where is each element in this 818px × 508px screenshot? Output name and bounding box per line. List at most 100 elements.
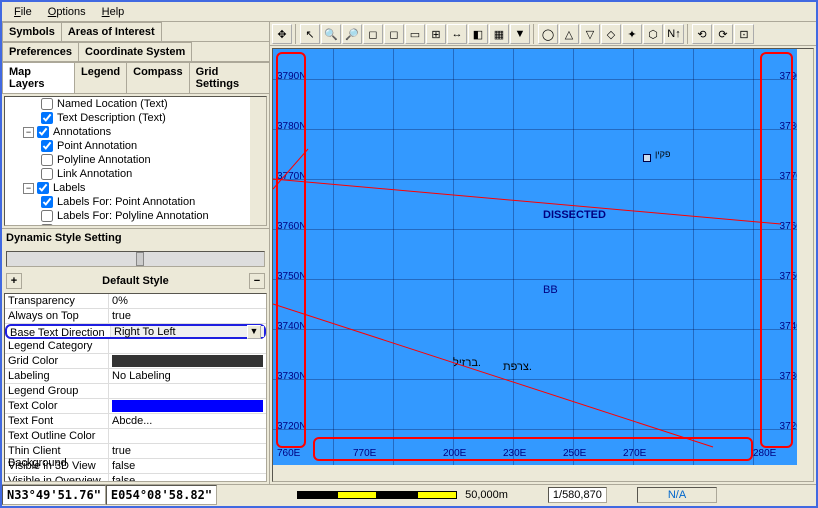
prop-name: Grid Color bbox=[5, 354, 109, 368]
checkbox[interactable] bbox=[41, 168, 53, 180]
prop-name: Visible in Overview bbox=[5, 474, 109, 482]
tool-button[interactable]: ◇ bbox=[601, 24, 621, 44]
tree-label: Labels For: Point Annotation bbox=[57, 196, 195, 208]
tab-coord[interactable]: Coordinate System bbox=[78, 42, 192, 61]
prop-value[interactable]: Abcde... bbox=[109, 414, 266, 428]
prop-value[interactable]: No Labeling bbox=[109, 369, 266, 383]
prop-value[interactable]: false bbox=[109, 459, 266, 473]
add-style-button[interactable]: + bbox=[6, 273, 22, 289]
tool-button[interactable]: ◧ bbox=[468, 24, 488, 44]
tree-label: Annotations bbox=[53, 126, 111, 138]
map-scrollbar-v[interactable] bbox=[797, 49, 813, 465]
checkbox[interactable] bbox=[37, 182, 49, 194]
property-grid[interactable]: Transparency0% Always on Toptrue Base Te… bbox=[4, 293, 267, 482]
scrollbar-corner bbox=[797, 465, 813, 481]
prop-name: Labeling bbox=[5, 369, 109, 383]
dynamic-style-header: Dynamic Style Setting bbox=[2, 228, 269, 247]
tool-button[interactable]: ✦ bbox=[622, 24, 642, 44]
map-label-bb: BB bbox=[543, 284, 558, 296]
collapse-icon[interactable]: − bbox=[23, 127, 34, 138]
grid-color-value[interactable] bbox=[109, 354, 266, 368]
map-scrollbar-h[interactable] bbox=[273, 465, 797, 481]
tool-button[interactable]: ⟳ bbox=[713, 24, 733, 44]
tool-button[interactable]: ▭ bbox=[405, 24, 425, 44]
tool-button[interactable]: ↔ bbox=[447, 24, 467, 44]
layers-tree[interactable]: Named Location (Text) Text Description (… bbox=[4, 96, 267, 226]
prop-value[interactable]: true bbox=[109, 309, 266, 323]
tool-button[interactable]: △ bbox=[559, 24, 579, 44]
tab-compass[interactable]: Compass bbox=[126, 62, 190, 93]
tree-label: Link Annotation bbox=[57, 168, 132, 180]
scrollbar-vertical[interactable] bbox=[250, 97, 266, 225]
checkbox[interactable] bbox=[41, 112, 53, 124]
tree-label: Labels For: Polyline Annotation bbox=[57, 210, 209, 222]
tree-item: Link Annotation bbox=[5, 167, 266, 181]
pointer-tool[interactable]: ↖ bbox=[300, 24, 320, 44]
tree-label: Named Location (Text) bbox=[57, 98, 168, 110]
scale-ratio[interactable]: 1/580,870 bbox=[548, 487, 607, 503]
grid-label: 3750N bbox=[277, 271, 306, 282]
grid-label: 250E bbox=[563, 448, 586, 459]
collapse-icon[interactable]: − bbox=[23, 183, 34, 194]
text-color-value[interactable] bbox=[109, 399, 266, 413]
prop-name: Base Text Direction bbox=[7, 326, 111, 337]
tab-preferences[interactable]: Preferences bbox=[2, 42, 79, 61]
tree-item: Point Annotation bbox=[5, 139, 266, 153]
tab-map-layers[interactable]: Map Layers bbox=[2, 62, 75, 93]
map-point-symbol[interactable] bbox=[643, 154, 651, 162]
grid-label: 3720N bbox=[277, 421, 306, 432]
zoom-in-tool[interactable]: 🔍 bbox=[321, 24, 341, 44]
base-text-direction-select[interactable]: Right To Left▼ bbox=[111, 326, 264, 337]
menu-file[interactable]: File bbox=[6, 4, 40, 19]
tab-aoi[interactable]: Areas of Interest bbox=[61, 22, 162, 41]
zoom-out-tool[interactable]: 🔎 bbox=[342, 24, 362, 44]
tree-label: Labels bbox=[53, 182, 85, 194]
tool-button[interactable]: ◻ bbox=[384, 24, 404, 44]
tab-symbols[interactable]: Symbols bbox=[2, 22, 62, 41]
scale-distance: 50,000m bbox=[465, 489, 508, 501]
checkbox[interactable] bbox=[41, 210, 53, 222]
main-area: Symbols Areas of Interest Preferences Co… bbox=[2, 22, 816, 484]
tool-button[interactable]: ⊡ bbox=[734, 24, 754, 44]
tool-button[interactable]: N↑ bbox=[664, 24, 684, 44]
tree-item: Labels For: Polyline Annotation bbox=[5, 209, 266, 223]
dropdown-arrow-icon[interactable]: ▼ bbox=[247, 325, 261, 339]
checkbox[interactable] bbox=[41, 224, 53, 226]
map-canvas[interactable]: 3790N3790N 3780N3780N 3770N3770N 3760N37… bbox=[272, 48, 814, 482]
menu-options[interactable]: Options bbox=[40, 4, 94, 19]
grid-label: 3790N bbox=[277, 71, 306, 82]
prop-value[interactable] bbox=[109, 429, 266, 443]
checkbox[interactable] bbox=[41, 154, 53, 166]
tool-button[interactable]: ⟲ bbox=[692, 24, 712, 44]
prop-value[interactable]: 0% bbox=[109, 294, 266, 308]
prop-value[interactable]: true bbox=[109, 444, 266, 458]
color-swatch bbox=[112, 400, 263, 412]
prop-value[interactable] bbox=[109, 339, 266, 353]
tree-item: Labels For: Link Annotation bbox=[5, 223, 266, 226]
checkbox[interactable] bbox=[41, 140, 53, 152]
slider-handle[interactable] bbox=[136, 252, 144, 266]
checkbox[interactable] bbox=[41, 196, 53, 208]
tool-button[interactable]: ◻ bbox=[363, 24, 383, 44]
checkbox[interactable] bbox=[41, 98, 53, 110]
checkbox[interactable] bbox=[37, 126, 49, 138]
tool-button[interactable]: ⬡ bbox=[643, 24, 663, 44]
tool-button[interactable]: ◯ bbox=[538, 24, 558, 44]
map-label-hebrew: ברזיל. bbox=[453, 357, 481, 369]
tool-button[interactable]: ⊞ bbox=[426, 24, 446, 44]
tool-button[interactable]: ▦ bbox=[489, 24, 509, 44]
grid-label: 200E bbox=[443, 448, 466, 459]
tab-legend[interactable]: Legend bbox=[74, 62, 127, 93]
map-panel: ✥ ↖ 🔍 🔎 ◻ ◻ ▭ ⊞ ↔ ◧ ▦ ▼ ◯ △ ▽ ◇ ✦ ⬡ N↑ ⟲… bbox=[270, 22, 816, 484]
remove-style-button[interactable]: − bbox=[249, 273, 265, 289]
prop-value[interactable] bbox=[109, 384, 266, 398]
tab-grid-settings[interactable]: Grid Settings bbox=[189, 62, 270, 93]
tool-button[interactable]: ▼ bbox=[510, 24, 530, 44]
prop-value[interactable]: false bbox=[109, 474, 266, 482]
style-slider[interactable] bbox=[6, 251, 265, 267]
tool-button[interactable]: ▽ bbox=[580, 24, 600, 44]
map-label-dissected: DISSECTED bbox=[543, 209, 606, 221]
prop-name: Visible in 3D View bbox=[5, 459, 109, 473]
tool-button[interactable]: ✥ bbox=[272, 24, 292, 44]
menu-help[interactable]: Help bbox=[94, 4, 133, 19]
